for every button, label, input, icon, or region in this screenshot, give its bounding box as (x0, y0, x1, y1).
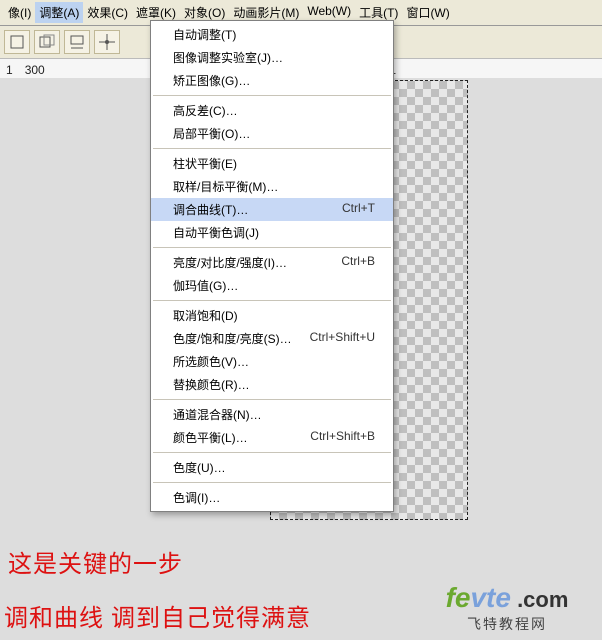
menu-separator (153, 247, 391, 248)
info-val-a: 1 (6, 63, 13, 77)
info-val-b: 300 (25, 63, 45, 77)
menubar-item-1[interactable]: 调整(A) (35, 2, 83, 23)
menu-item-25[interactable]: 色调(I)… (151, 486, 393, 509)
menu-item-1[interactable]: 图像调整实验室(J)… (151, 46, 393, 69)
menu-item-9[interactable]: 调合曲线(T)… Ctrl+T (151, 198, 393, 221)
menu-item-0[interactable]: 自动调整(T) (151, 23, 393, 46)
menu-item-label: 所选颜色(V)… (173, 353, 249, 370)
logo-fe: fe (446, 582, 471, 613)
menu-item-8[interactable]: 取样/目标平衡(M)… (151, 175, 393, 198)
menu-item-shortcut: Ctrl+Shift+B (310, 429, 375, 446)
menu-separator (153, 95, 391, 96)
menu-item-12[interactable]: 亮度/对比度/强度(I)… Ctrl+B (151, 251, 393, 274)
menubar-item-0[interactable]: 像(I) (4, 2, 35, 23)
menu-item-21[interactable]: 颜色平衡(L)… Ctrl+Shift+B (151, 426, 393, 449)
menu-item-20[interactable]: 通道混合器(N)… (151, 403, 393, 426)
menu-item-shortcut: Ctrl+Shift+U (310, 330, 375, 347)
toolbar-button-d[interactable] (94, 30, 120, 54)
menu-item-label: 颜色平衡(L)… (173, 429, 248, 446)
toolbar-button-c[interactable] (64, 30, 90, 54)
menubar-item-2[interactable]: 效果(C) (83, 2, 132, 23)
menu-item-17[interactable]: 所选颜色(V)… (151, 350, 393, 373)
menu-separator (153, 452, 391, 453)
menu-item-7[interactable]: 柱状平衡(E) (151, 152, 393, 175)
menu-item-label: 亮度/对比度/强度(I)… (173, 254, 287, 271)
menu-separator (153, 300, 391, 301)
toolbar-button-a[interactable] (4, 30, 30, 54)
menu-item-16[interactable]: 色度/饱和度/亮度(S)… Ctrl+Shift+U (151, 327, 393, 350)
toolbar-button-b[interactable] (34, 30, 60, 54)
menu-separator (153, 482, 391, 483)
adjustments-dropdown[interactable]: 自动调整(T) 图像调整实验室(J)… 矫正图像(G)… 高反差(C)… 局部平衡(O)… (150, 20, 394, 512)
menu-item-label: 自动调整(T) (173, 26, 236, 43)
menu-separator (153, 399, 391, 400)
menu-item-shortcut: Ctrl+T (342, 201, 375, 218)
menu-item-5[interactable]: 局部平衡(O)… (151, 122, 393, 145)
menu-item-label: 取消饱和(D) (173, 307, 238, 324)
annotation-1: 这是关键的一步 (8, 544, 183, 579)
menu-item-label: 图像调整实验室(J)… (173, 49, 283, 66)
menu-item-label: 替换颜色(R)… (173, 376, 250, 393)
watermark-logo: fevte .com 飞特教程网 (412, 582, 602, 634)
logo-sub: 飞特教程网 (412, 614, 602, 634)
menu-item-label: 自动平衡色调(J) (173, 224, 259, 241)
menu-item-label: 柱状平衡(E) (173, 155, 237, 172)
menu-item-label: 局部平衡(O)… (173, 125, 250, 142)
menu-item-label: 伽玛值(G)… (173, 277, 238, 294)
menu-item-label: 调合曲线(T)… (173, 201, 248, 218)
menu-item-label: 色度/饱和度/亮度(S)… (173, 330, 292, 347)
menu-item-label: 取样/目标平衡(M)… (173, 178, 278, 195)
menu-separator (153, 148, 391, 149)
menu-item-15[interactable]: 取消饱和(D) (151, 304, 393, 327)
menu-item-label: 色调(I)… (173, 489, 220, 506)
logo-vte: vte (470, 582, 510, 613)
menu-item-label: 矫正图像(G)… (173, 72, 250, 89)
menu-item-10[interactable]: 自动平衡色调(J) (151, 221, 393, 244)
menu-item-13[interactable]: 伽玛值(G)… (151, 274, 393, 297)
menubar-item-8[interactable]: 窗口(W) (402, 2, 453, 23)
menu-item-label: 通道混合器(N)… (173, 406, 262, 423)
menu-item-label: 色度(U)… (173, 459, 226, 476)
menu-item-label: 高反差(C)… (173, 102, 238, 119)
menu-item-2[interactable]: 矫正图像(G)… (151, 69, 393, 92)
annotation-2: 调和曲线 调到自己觉得满意 (4, 598, 311, 633)
menu-item-18[interactable]: 替换颜色(R)… (151, 373, 393, 396)
menu-item-4[interactable]: 高反差(C)… (151, 99, 393, 122)
menu-item-shortcut: Ctrl+B (341, 254, 375, 271)
menu-item-23[interactable]: 色度(U)… (151, 456, 393, 479)
logo-com: .com (511, 587, 568, 612)
